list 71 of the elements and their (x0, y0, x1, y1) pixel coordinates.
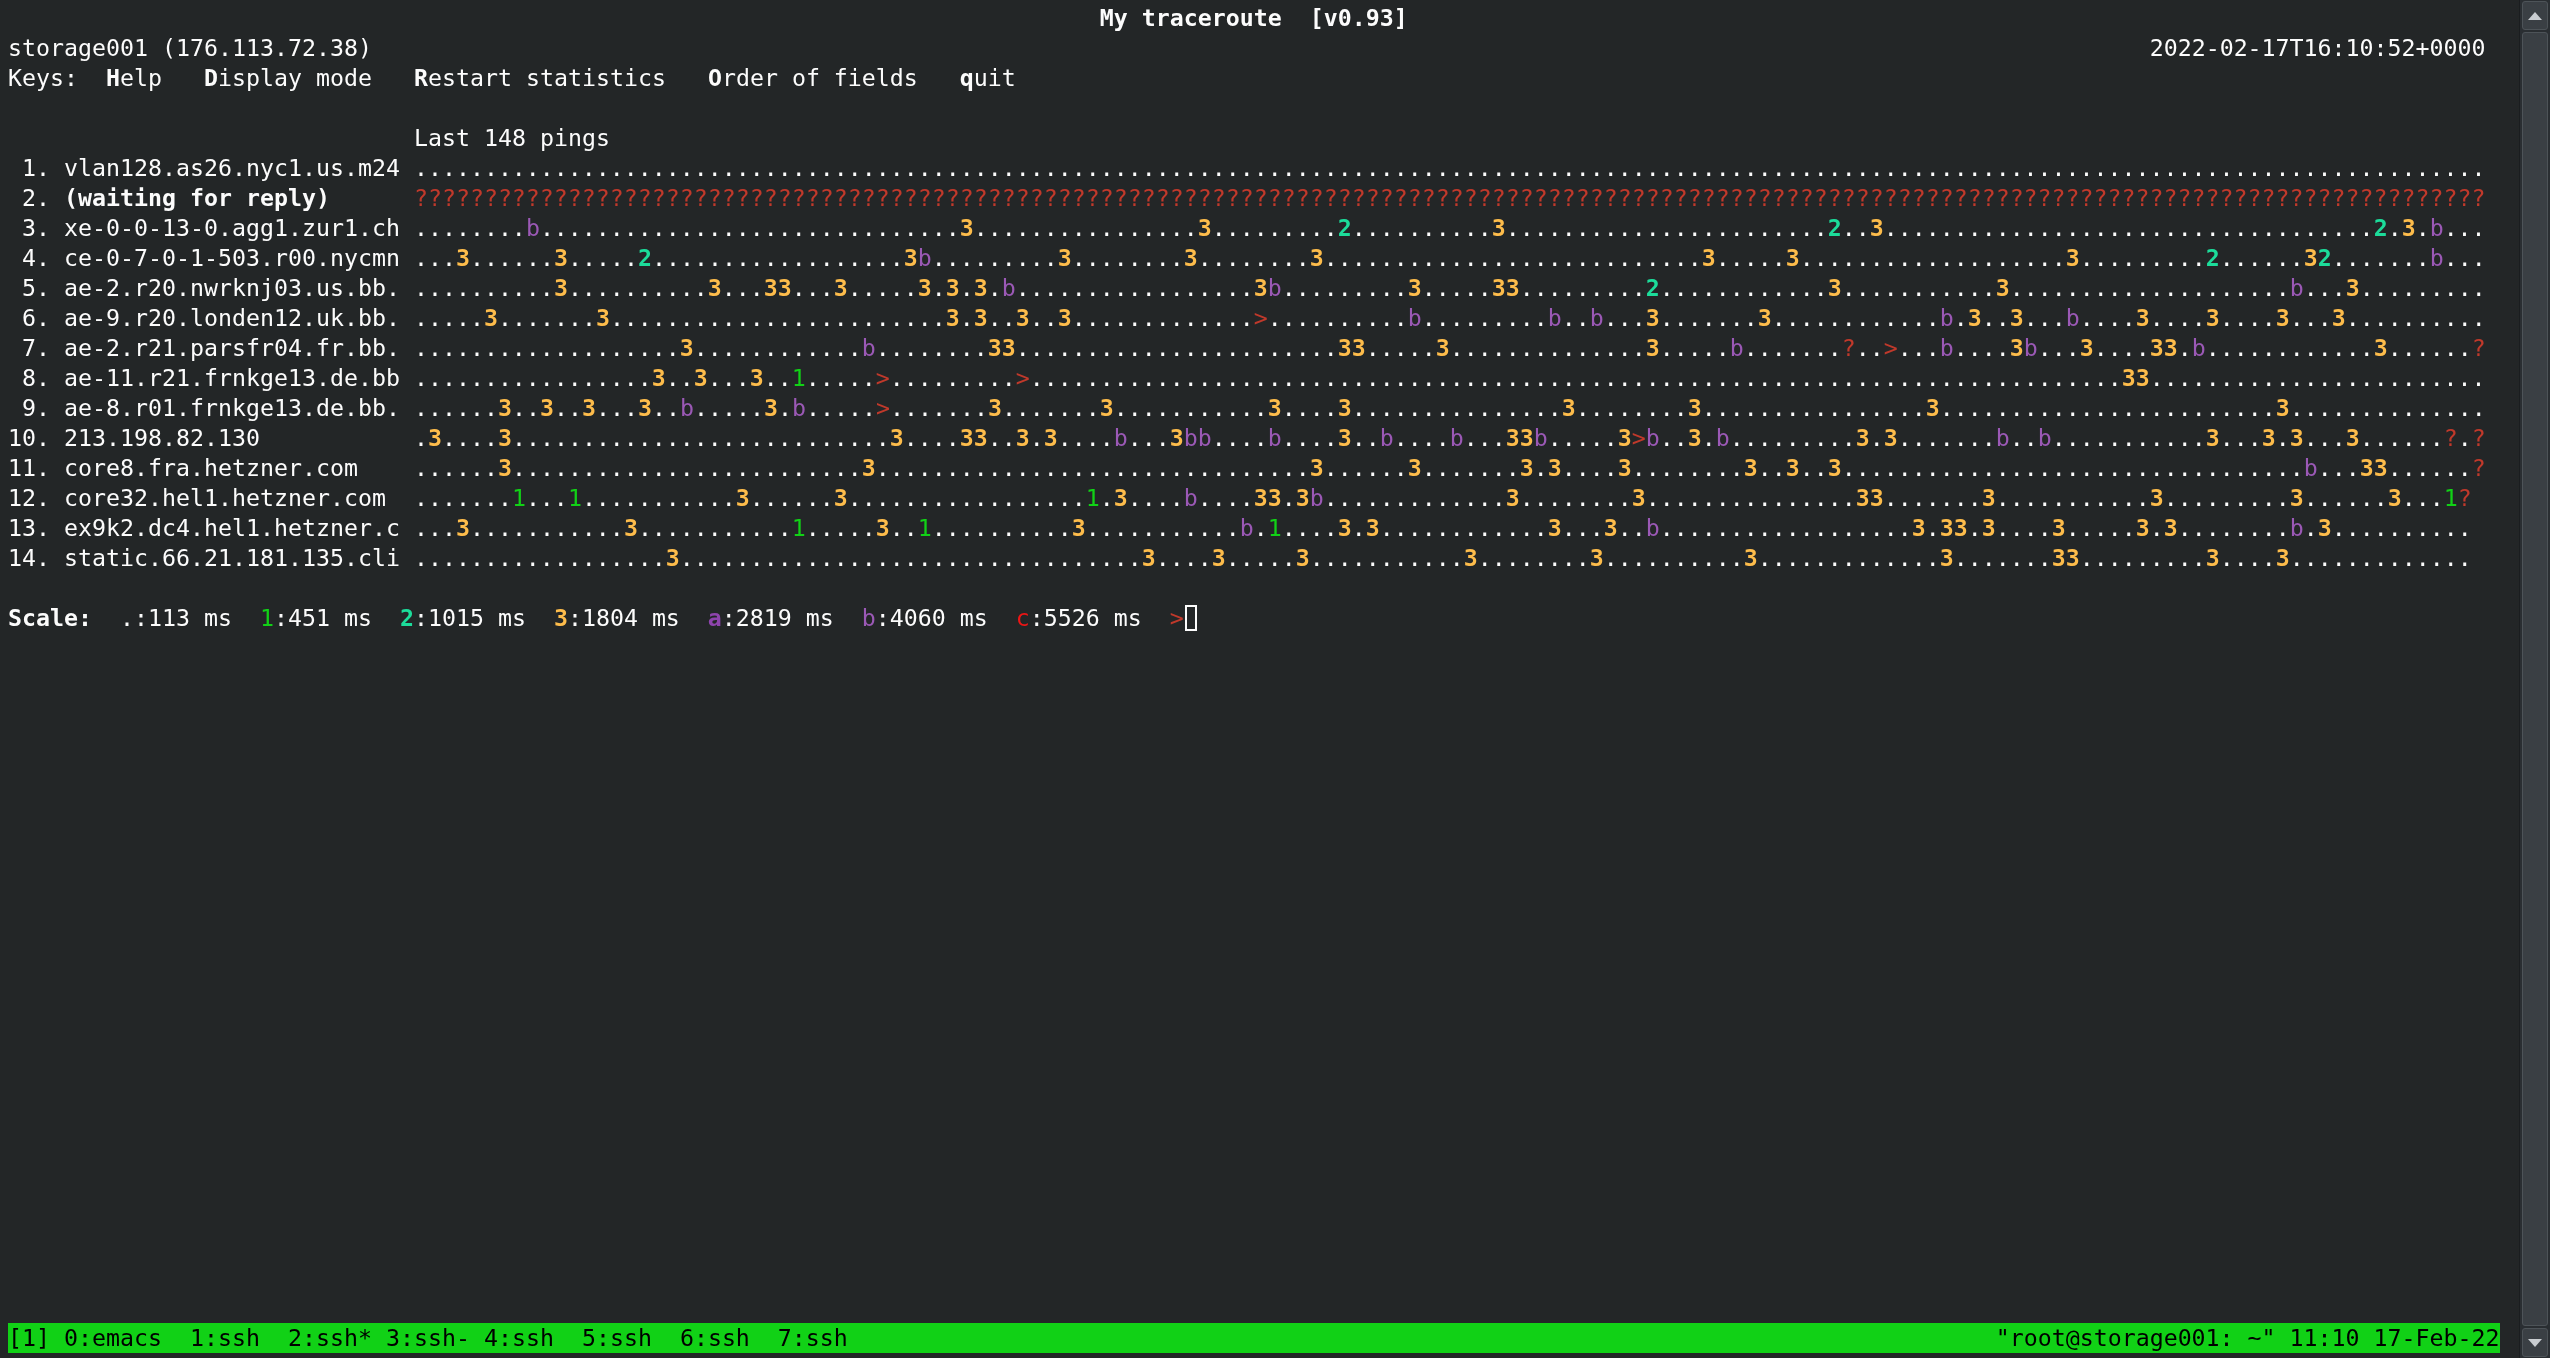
scale-entry: 3:1804 ms (553, 603, 680, 633)
ping-history: ???????????????????????????????????????????????????????????????????????????????????????????????????????????????????????????????????????????????????? (413, 183, 2486, 213)
hop-host: ce-0-7-0-1-503.r00.nycmn (63, 243, 400, 273)
hop-host: ae-9.r20.londen12.uk.bb. (63, 303, 400, 333)
hop-host: static.66.21.181.135.cli (63, 543, 400, 573)
hop-number: 1. (21, 153, 50, 183)
hop-host: core8.fra.hetzner.com (63, 453, 359, 483)
ping-history: ...................3............b........33.......................33.....3..............3.....b.......?..>...b....3b...3....33.b............3......? (413, 333, 2486, 363)
ping-history: ...3...........3...........1.....3..1..........3...........b.1....3.3............3...3..b..................3.33.3....3.....3.3........b.3.......... (413, 513, 2472, 543)
pane-title: "root@storage001: ~" (1995, 1323, 2276, 1353)
ping-history: ......3.........................3...............................3......3.......3.3....3........3..3..3.................................b...33......? (413, 453, 2486, 483)
window-list: 0:emacs 1:ssh 2:ssh* 3:ssh- 4:ssh 5:ssh 6:ssh 7:ssh (64, 1323, 848, 1353)
scale-entry: a:2819 ms (707, 603, 834, 633)
hop-host: 213.198.82.130 (63, 423, 261, 453)
ping-history: ...3......3.....2..................3b.........3........3........3...........................3.....3...................3.........2......32.......b... (413, 243, 2486, 273)
hop-host: (waiting for reply) (63, 183, 331, 213)
scroll-down-button[interactable] (2522, 1328, 2548, 1357)
scrollbar-thumb[interactable] (2522, 32, 2548, 1326)
hop-number: 5. (21, 273, 50, 303)
up-arrow-icon (2528, 11, 2542, 20)
hop-number: 6. (21, 303, 50, 333)
cursor-icon (1184, 605, 1197, 631)
scale-entry: > (1169, 603, 1184, 633)
hop-number: 9. (21, 393, 50, 423)
ping-history: .................................................................................................................................................... (413, 153, 2486, 183)
keys-label: Keys: (8, 63, 78, 93)
scale-entry: b:4060 ms (861, 603, 988, 633)
hop-host: ex9k2.dc4.hel1.hetzner.c (63, 513, 400, 543)
ping-history: .3....3...........................3....33..3.3....b...3bb....b....3..b....b...33b.....3>b..3.b.........3.3.......b..b...........3...3.3...3......?.? (413, 423, 2486, 453)
ping-history: .................3..3...3..1.....>.........>..............................................................................33........................ (413, 363, 2486, 393)
scale-entry: c:5526 ms (1015, 603, 1142, 633)
pings-heading: Last 148 pings (413, 123, 610, 153)
hop-number: 14. (8, 543, 50, 573)
key-hint: Help (106, 63, 162, 93)
key-hint: Restart statistics (413, 63, 666, 93)
key-hint: Display mode (203, 63, 372, 93)
scroll-up-button[interactable] (2522, 1, 2548, 30)
ping-history: ......3..3..3...3..b.....3.b.....>.......3.......3...........3....3...............3........3................3........................3.............. (413, 393, 2486, 423)
hop-number: 13. (8, 513, 50, 543)
down-arrow-icon (2528, 1338, 2542, 1347)
hop-host: ae-8.r01.frnkge13.de.bb. (63, 393, 400, 423)
hop-number: 8. (21, 363, 50, 393)
ping-history: .......1...1...........3......3.................1.3....b....33.3b.............3........3...............33.......3...........3.........3......3...1? (413, 483, 2472, 513)
scale-label: Scale: (8, 603, 92, 633)
session-label: [1] (8, 1323, 50, 1353)
hop-host: ae-2.r20.nwrknj03.us.bb. (63, 273, 400, 303)
hop-host: core32.hel1.hetzner.com (63, 483, 387, 513)
hop-host: xe-0-0-13-0.agg1.zur1.ch (63, 213, 400, 243)
scale-entry: 1:451 ms (259, 603, 372, 633)
hop-host: vlan128.as26.nyc1.us.m24 (63, 153, 400, 183)
hop-number: 11. (8, 453, 50, 483)
scale-entry: 2:1015 ms (399, 603, 526, 633)
hop-number: 7. (21, 333, 50, 363)
scale-entry: .:113 ms (120, 603, 232, 633)
host-address: storage001 (176.113.72.38) (8, 33, 372, 63)
hop-host: ae-2.r21.parsfr04.fr.bb. (63, 333, 400, 363)
hop-host: ae-11.r21.frnkge13.de.bb (63, 363, 400, 393)
key-hint: quit (959, 63, 1016, 93)
screen-title: My traceroute [v0.93] (1099, 3, 1408, 33)
hop-number: 10. (8, 423, 50, 453)
ping-history: ..................3.................................3....3.....3...........3........3..........3.............3.......33.........3....3............. (413, 543, 2472, 573)
hop-number: 2. (21, 183, 50, 213)
hop-number: 4. (21, 243, 50, 273)
ping-history: ..........3..........3...33...3.....3.3.3.b.................3b.........3.....33.........2............3...........3....................b...3......... (413, 273, 2486, 303)
ping-history: .....3.......3........................3.3..3..3.............>..........b.........b..b...3.......3............b.3..3...b....3....3....3...3.......... (413, 303, 2486, 333)
ping-history: ........b..............................3................3.........2..........3.......................2..3...................................2.3.b... (413, 213, 2486, 243)
hop-number: 3. (21, 213, 50, 243)
timestamp: 2022-02-17T16:10:52+0000 (2149, 33, 2486, 63)
status-clock: 11:10 17-Feb-22 (2289, 1323, 2500, 1353)
key-hint: Order of fields (707, 63, 918, 93)
hop-number: 12. (8, 483, 50, 513)
